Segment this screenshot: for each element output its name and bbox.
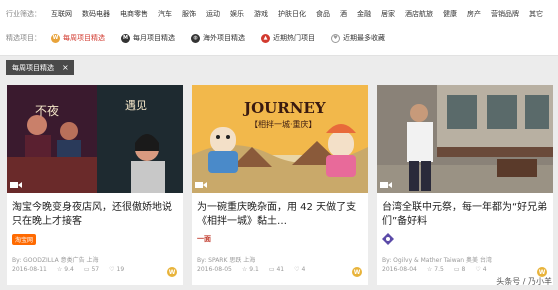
option-overseas-label: 海外项目精选 xyxy=(203,34,245,42)
industry-food[interactable]: 食品 xyxy=(316,9,330,19)
weekly-badge-icon: W xyxy=(352,267,362,277)
weekly-badge-icon: W xyxy=(167,267,177,277)
industry-other[interactable]: 其它 xyxy=(529,9,543,19)
page: 行业筛选： 互联网 数码电器 电商零售 汽车 服饰 运动 娱乐 游戏 护肤日化 … xyxy=(0,0,558,290)
like-icon: ♡ xyxy=(294,266,300,273)
watermark-text: 头条号 / 乃小羊 xyxy=(496,277,552,286)
rating-icon: ☆ xyxy=(426,266,433,273)
svg-text:【相拌一城·重庆】: 【相拌一城·重庆】 xyxy=(250,119,317,129)
w-badge-icon: W xyxy=(51,33,60,43)
active-filter-chip[interactable]: 每周项目精选 × xyxy=(6,60,74,75)
industry-sports[interactable]: 运动 xyxy=(206,9,220,19)
industry-entertainment[interactable]: 娱乐 xyxy=(230,9,244,19)
globe-icon: ◍ xyxy=(191,33,200,43)
pxmart-logo-icon xyxy=(382,233,394,245)
comment-icon: ▭ xyxy=(453,266,460,273)
rating-icon: ☆ xyxy=(56,266,63,273)
card-likes: 4 xyxy=(301,266,306,273)
project-card[interactable]: 台湾全联中元祭，每一年都为“好兄弟们”备好料 By: Ogilvy & Math… xyxy=(377,85,553,285)
card-thumbnail[interactable]: JOURNEY 【相拌一城·重庆】 xyxy=(192,85,368,193)
card-comments: 57 xyxy=(91,266,100,273)
project-card[interactable]: 不夜 遇见 淘宝今晚变身夜店风，还很傲娇地说只在晚上才接客 淘宝网 By: GO… xyxy=(7,85,183,285)
featured-filter-row: 精选项目： W 每周项目精选 M 每月项目精选 ◍ 海外项目精选 ▲ 近期热门项… xyxy=(6,30,401,46)
fire-icon: ▲ xyxy=(261,33,270,43)
filter-bar: 行业筛选： 互联网 数码电器 电商零售 汽车 服饰 运动 娱乐 游戏 护肤日化 … xyxy=(0,0,558,56)
industry-filter-row: 行业筛选： 互联网 数码电器 电商零售 汽车 服饰 运动 娱乐 游戏 护肤日化 … xyxy=(6,6,553,22)
video-camera-icon xyxy=(195,182,207,188)
project-card[interactable]: JOURNEY 【相拌一城·重庆】 为一碗重庆晚杂面，用 42 天做了支《相拌一… xyxy=(192,85,368,285)
comment-icon: ▭ xyxy=(268,266,275,273)
card-stats: 2016-08-05 ☆ 9.1 ▭ 41 ♡ 4 xyxy=(197,266,315,273)
card-comments: 8 xyxy=(461,266,466,273)
card-comments: 41 xyxy=(276,266,285,273)
brand-logo: 淘宝网 xyxy=(12,232,37,246)
card-title[interactable]: 淘宝今晚变身夜店风，还很傲娇地说只在晚上才接客 xyxy=(12,201,180,229)
m-badge-icon: M xyxy=(121,33,130,43)
brand-logo: 一面 xyxy=(197,232,211,246)
industry-alcohol[interactable]: 酒 xyxy=(340,9,347,19)
industry-skincare[interactable]: 护肤日化 xyxy=(278,9,306,19)
svg-text:JOURNEY: JOURNEY xyxy=(242,99,326,117)
industry-apparel[interactable]: 服饰 xyxy=(182,9,196,19)
card-stats: 2016-08-04 ☆ 7.5 ▭ 8 ♡ 4 xyxy=(382,266,497,273)
card-rating: 9.4 xyxy=(64,266,74,273)
brand-logo xyxy=(382,232,394,246)
like-icon: ♡ xyxy=(475,266,481,273)
option-monthly-picks[interactable]: M 每月项目精选 xyxy=(121,33,175,43)
option-most-favorited[interactable]: ♥ 近期最多收藏 xyxy=(331,33,385,43)
brand-logo-text: 一面 xyxy=(197,235,211,243)
industry-auto[interactable]: 汽车 xyxy=(158,9,172,19)
nightclub-scene-image: 不夜 遇见 xyxy=(7,85,183,193)
card-stats: 2016-08-11 ☆ 9.4 ▭ 57 ♡ 19 xyxy=(12,266,134,273)
card-title[interactable]: 为一碗重庆晚杂面，用 42 天做了支《相拌一城》黏土… xyxy=(197,201,365,229)
industry-finance[interactable]: 金融 xyxy=(357,9,371,19)
option-weekly-picks[interactable]: W 每周项目精选 xyxy=(51,33,105,43)
card-likes: 19 xyxy=(116,266,125,273)
card-date: 2016-08-04 xyxy=(382,266,417,273)
card-author[interactable]: By: SPARK 思跃 上海 xyxy=(197,255,255,264)
card-rating: 9.1 xyxy=(249,266,259,273)
clay-animation-image: JOURNEY 【相拌一城·重庆】 xyxy=(192,85,368,193)
svg-text:不夜: 不夜 xyxy=(35,103,59,118)
card-date: 2016-08-05 xyxy=(197,266,232,273)
option-weekly-label: 每周项目精选 xyxy=(63,34,105,42)
industry-games[interactable]: 游戏 xyxy=(254,9,268,19)
industry-home[interactable]: 居家 xyxy=(381,9,395,19)
industry-health[interactable]: 健康 xyxy=(443,9,457,19)
industry-electronics[interactable]: 数码电器 xyxy=(82,9,110,19)
taobao-logo: 淘宝网 xyxy=(12,233,37,245)
card-rating: 7.5 xyxy=(434,266,444,273)
heart-icon: ♥ xyxy=(331,33,340,43)
video-camera-icon xyxy=(380,182,392,188)
svg-text:遇见: 遇见 xyxy=(125,99,147,112)
card-likes: 4 xyxy=(482,266,487,273)
close-icon[interactable]: × xyxy=(62,63,69,72)
industry-filter-label: 行业筛选： xyxy=(6,10,41,18)
industry-hotel-travel[interactable]: 酒店航旅 xyxy=(405,9,433,19)
comment-icon: ▭ xyxy=(83,266,90,273)
industry-ecommerce[interactable]: 电商零售 xyxy=(120,9,148,19)
rating-icon: ☆ xyxy=(241,266,248,273)
card-thumbnail[interactable] xyxy=(377,85,553,193)
card-title[interactable]: 台湾全联中元祭，每一年都为“好兄弟们”备好料 xyxy=(382,201,550,229)
video-camera-icon xyxy=(10,182,22,188)
card-author[interactable]: By: Ogilvy & Mather Taiwan 奥美 台湾 xyxy=(382,255,492,264)
option-hot-projects[interactable]: ▲ 近期热门项目 xyxy=(261,33,315,43)
option-favorited-label: 近期最多收藏 xyxy=(343,34,385,42)
option-hot-label: 近期热门项目 xyxy=(273,34,315,42)
card-author[interactable]: By: GOODZILLA 意类广告 上海 xyxy=(12,255,99,264)
option-overseas-picks[interactable]: ◍ 海外项目精选 xyxy=(191,33,245,43)
taiwan-street-image xyxy=(377,85,553,193)
option-monthly-label: 每月项目精选 xyxy=(133,34,175,42)
featured-filter-label: 精选项目： xyxy=(6,34,41,42)
like-icon: ♡ xyxy=(109,266,115,273)
industry-internet[interactable]: 互联网 xyxy=(51,9,72,19)
card-thumbnail[interactable]: 不夜 遇见 xyxy=(7,85,183,193)
active-filter-label: 每周项目精选 xyxy=(12,63,54,72)
card-date: 2016-08-11 xyxy=(12,266,47,273)
industry-realestate[interactable]: 房产 xyxy=(467,9,481,19)
industry-marketing[interactable]: 营销品牌 xyxy=(491,9,519,19)
